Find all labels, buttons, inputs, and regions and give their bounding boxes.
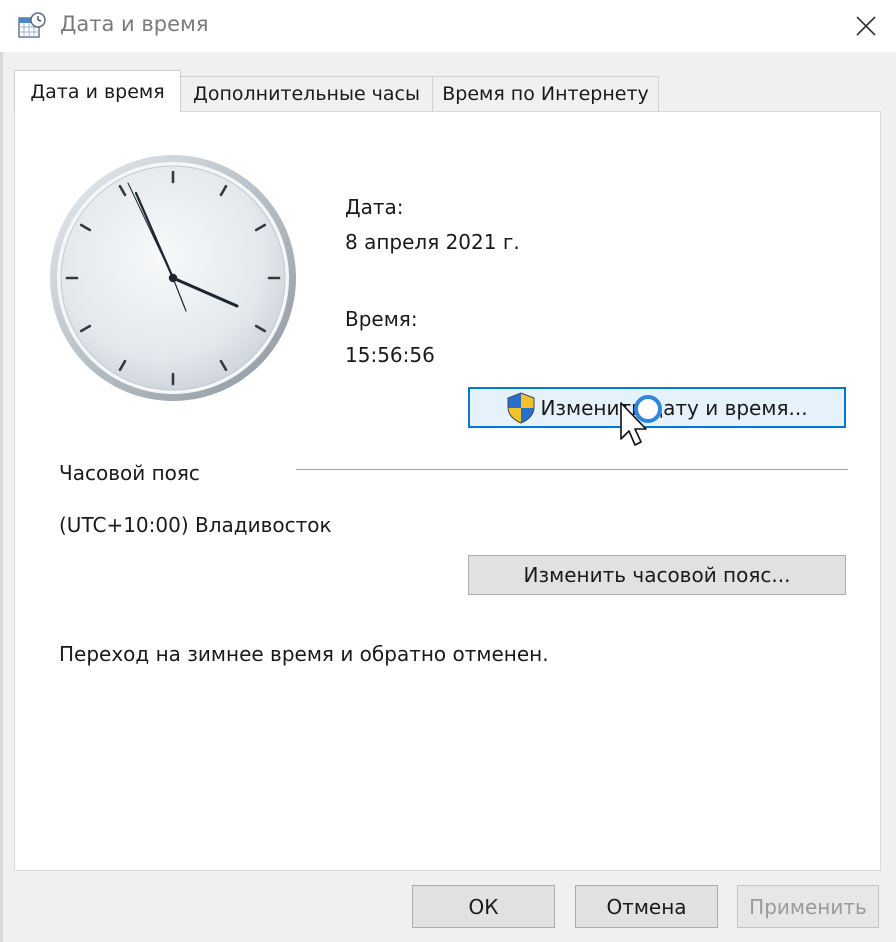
timezone-value: (UTC+10:00) Владивосток <box>59 513 332 537</box>
timezone-section-label: Часовой пояс <box>59 461 200 485</box>
timezone-divider <box>296 469 848 470</box>
analog-clock <box>50 155 296 401</box>
date-time-dialog: Дата и время Дата и время Дополнительные… <box>0 0 896 942</box>
dst-note: Переход на зимнее время и обратно отмене… <box>59 642 549 666</box>
close-button[interactable] <box>846 6 886 46</box>
change-timezone-button[interactable]: Изменить часовой пояс... <box>468 555 846 595</box>
time-label: Время: <box>345 307 418 331</box>
window-title: Дата и время <box>60 12 209 36</box>
tab-date-time[interactable]: Дата и время <box>14 70 181 112</box>
date-label: Дата: <box>345 195 404 219</box>
close-icon <box>856 16 876 36</box>
ok-button[interactable]: ОК <box>412 885 555 928</box>
change-date-time-button[interactable]: Изменить дату и время... <box>468 387 846 428</box>
tab-additional-clocks[interactable]: Дополнительные часы <box>180 76 433 111</box>
date-value: 8 апреля 2021 г. <box>345 230 520 254</box>
calendar-clock-icon <box>18 12 46 38</box>
tab-internet-time[interactable]: Время по Интернету <box>432 76 659 111</box>
cancel-button[interactable]: Отмена <box>575 885 718 928</box>
time-value: 15:56:56 <box>345 343 435 367</box>
title-bar[interactable]: Дата и время <box>0 0 896 52</box>
window-edge <box>0 52 3 942</box>
apply-button[interactable]: Применить <box>737 885 879 928</box>
change-date-time-label: Изменить дату и время... <box>540 395 808 420</box>
uac-shield-icon <box>507 391 535 424</box>
